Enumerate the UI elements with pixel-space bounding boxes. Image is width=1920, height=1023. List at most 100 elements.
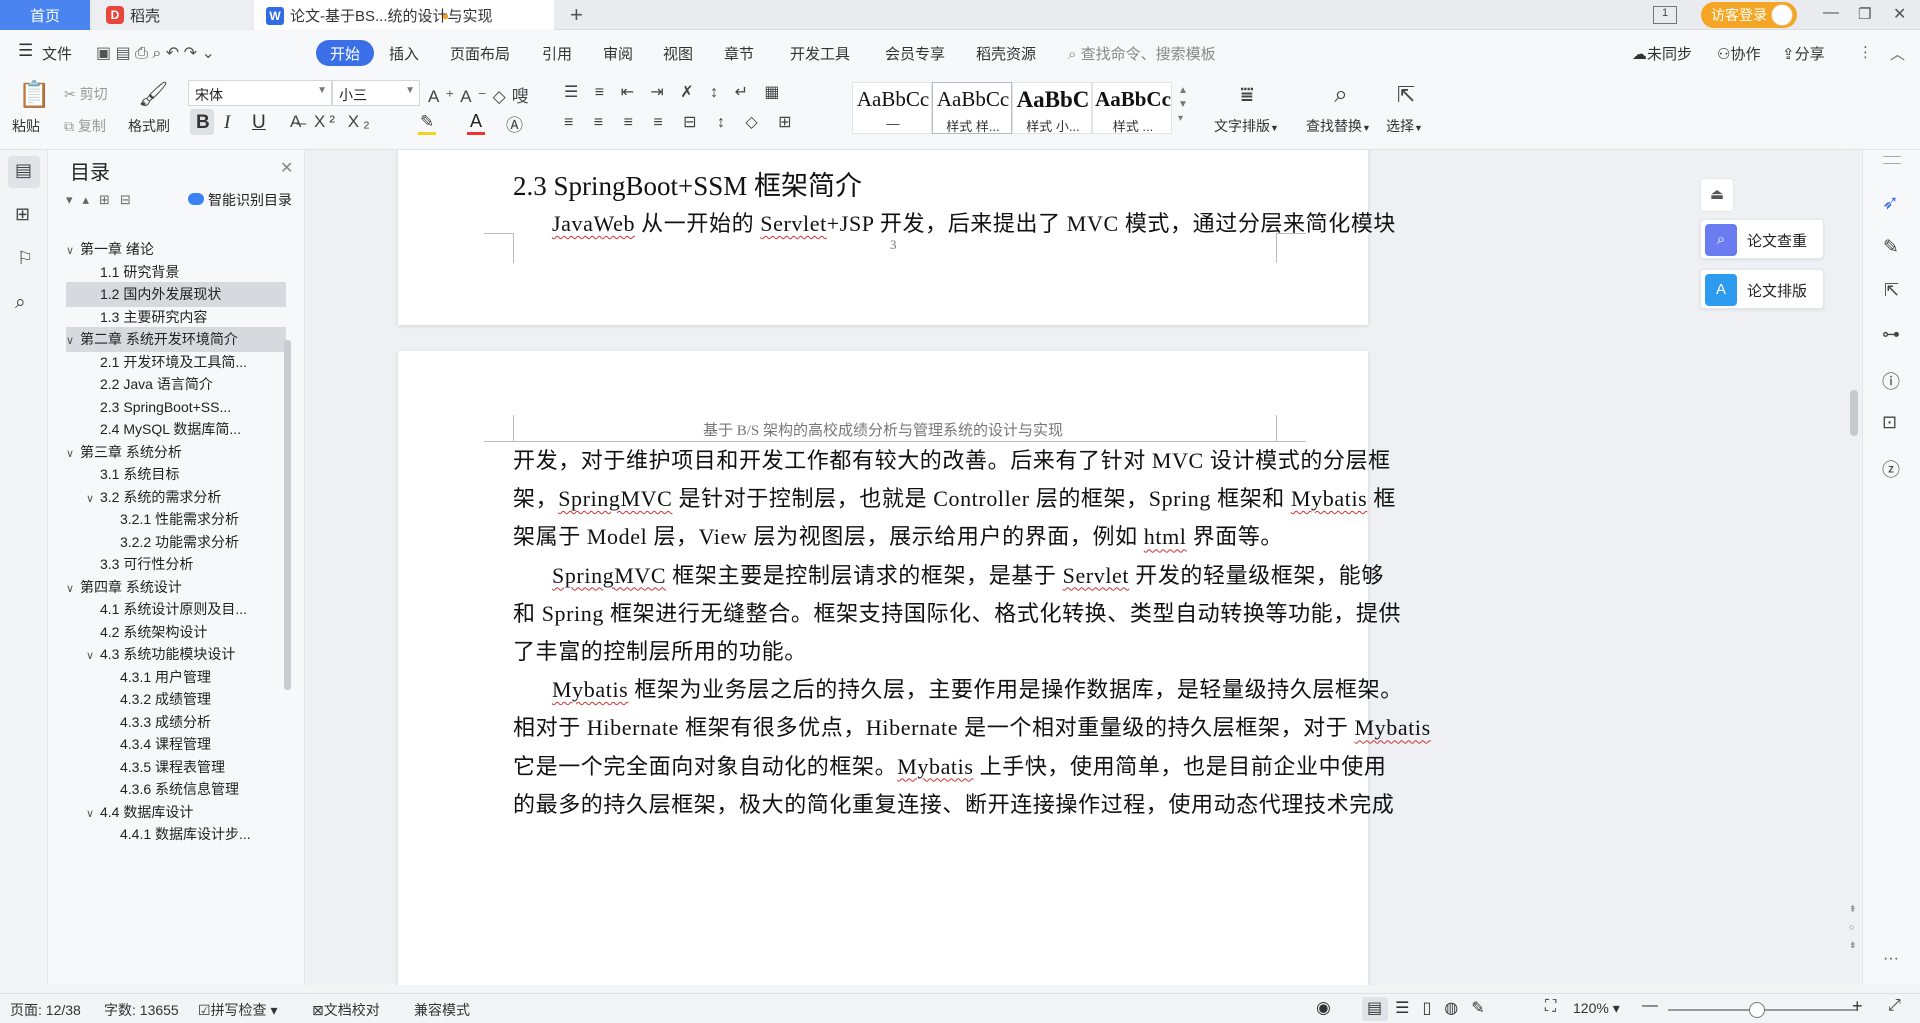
cursor-icon[interactable]: ⇱: [1394, 82, 1418, 108]
toc-item[interactable]: 4.3.1 用户管理: [66, 665, 286, 690]
style-3[interactable]: AaBbCc 样式 ...: [1092, 82, 1172, 134]
tab-developer[interactable]: 开发工具: [790, 43, 850, 64]
cut-button[interactable]: ✂ 剪切: [64, 84, 108, 104]
page-nav-icons[interactable]: ⇞ ○ ⇟: [1849, 900, 1857, 954]
tab-references[interactable]: 引用: [542, 43, 572, 64]
spell-flagged-word[interactable]: Mybatis: [1291, 486, 1367, 511]
spell-flagged-word[interactable]: Mybatis: [897, 754, 973, 779]
paste-button[interactable]: 粘贴: [12, 116, 40, 136]
zoom-in-icon[interactable]: +: [1852, 996, 1863, 1017]
monitor-icon[interactable]: ▭: [419, 9, 430, 23]
format-painter-button[interactable]: 格式刷: [128, 116, 170, 136]
toc-item[interactable]: ∨ 4.3 系统功能模块设计: [66, 642, 286, 667]
fit-page-icon[interactable]: ⛶: [1545, 998, 1556, 1016]
toc-item[interactable]: ∨ 第四章 系统设计: [66, 575, 286, 600]
font-color-icon[interactable]: A: [470, 111, 482, 132]
tab-start[interactable]: 开始: [316, 40, 374, 66]
toc-item[interactable]: 3.1 系统目标: [66, 462, 286, 487]
toc-item[interactable]: 3.2.2 功能需求分析: [66, 530, 286, 555]
bookmark-icon[interactable]: ⚐: [17, 248, 33, 269]
italic-icon[interactable]: I: [224, 112, 230, 134]
tab-member[interactable]: 会员专享: [885, 43, 945, 64]
pen-icon[interactable]: ✎: [1883, 236, 1899, 259]
quick-access-icons[interactable]: ▣ ▤ ⎙ ⌕ ↶ ↷ ⌄: [96, 43, 215, 63]
more-dots-icon[interactable]: ···: [1883, 950, 1899, 968]
toc-scrollbar[interactable]: [284, 340, 291, 690]
file-menu[interactable]: 文件: [42, 43, 72, 64]
spell-flagged-word[interactable]: Mybatis: [552, 677, 628, 702]
toc-item[interactable]: 4.3.4 课程管理: [66, 732, 286, 757]
list-indent-icons[interactable]: ☰ ≡ ⇤ ⇥ ✗ ↕ ↵ ▦: [564, 82, 786, 102]
style-scroll-icon[interactable]: ▲ ▼ ▾: [1178, 84, 1188, 126]
tab-daoke[interactable]: D 稻壳: [92, 0, 252, 30]
zoom-out-icon[interactable]: —: [1642, 997, 1658, 1015]
toc-item[interactable]: 4.2 系统架构设计: [66, 620, 286, 645]
eye-protect-icon[interactable]: ◉: [1316, 998, 1331, 1018]
toc-item[interactable]: ∨ 第二章 系统开发环境简介: [66, 327, 286, 352]
rocket-icon[interactable]: ➶: [1882, 190, 1899, 215]
find-replace-button[interactable]: 查找替换▼: [1306, 116, 1371, 136]
find-icon[interactable]: ⌕: [1326, 82, 1356, 108]
lightning-icon[interactable]: ⓩ: [1882, 456, 1900, 482]
tab-daoke-resources[interactable]: 稻壳资源: [976, 43, 1036, 64]
tab-home[interactable]: 首页: [0, 0, 90, 30]
toc-item[interactable]: 2.4 MySQL 数据库简...: [66, 417, 286, 442]
tab-page-layout[interactable]: 页面布局: [450, 43, 510, 64]
copy-button[interactable]: ⧉ 复制: [64, 116, 106, 136]
image-edit-icon[interactable]: ⊡: [1882, 412, 1897, 433]
scrollbar-thumb[interactable]: [1850, 390, 1858, 436]
spell-flagged-word[interactable]: html: [1144, 524, 1187, 549]
restore-icon[interactable]: ❐: [1858, 5, 1871, 23]
spell-flagged-word[interactable]: SpringMVC: [552, 563, 666, 588]
vertical-scrollbar[interactable]: ⇞ ○ ⇟: [1847, 150, 1861, 985]
zoom-level[interactable]: 120% ▾: [1573, 1000, 1620, 1017]
zoom-slider-thumb[interactable]: [1749, 1002, 1765, 1018]
text-layout-icon[interactable]: ⩸: [1232, 82, 1262, 108]
paste-icon[interactable]: 📋: [18, 80, 50, 108]
fullscreen-icon[interactable]: ⤢: [1888, 997, 1901, 1015]
toc-item[interactable]: 2.3 SpringBoot+SS...: [66, 395, 286, 420]
font-size-select[interactable]: 小三 ▼: [332, 80, 420, 106]
more-icon[interactable]: ⋮: [1858, 43, 1873, 61]
spell-check-button[interactable]: ☑拼写检查 ▾: [198, 1000, 277, 1020]
text-layout-button[interactable]: 文字排版▼: [1214, 116, 1279, 136]
tab-review[interactable]: 审阅: [603, 43, 633, 64]
toc-item[interactable]: 4.1 系统设计原则及目...: [66, 597, 286, 622]
close-icon[interactable]: ✕: [280, 158, 293, 178]
toc-item[interactable]: 3.2.1 性能需求分析: [66, 507, 286, 532]
spell-flagged-word[interactable]: JavaWeb: [552, 211, 635, 236]
toc-item[interactable]: 4.3.6 系统信息管理: [66, 777, 286, 802]
toc-item[interactable]: 1.1 研究背景: [66, 260, 286, 285]
toc-item[interactable]: ∨ 3.2 系统的需求分析: [66, 485, 286, 510]
collab-button[interactable]: ⚇协作: [1717, 43, 1760, 64]
format-painter-icon[interactable]: 🖌: [138, 82, 168, 108]
sync-button[interactable]: ☁未同步: [1632, 43, 1692, 64]
spell-flagged-word[interactable]: Servlet: [760, 211, 827, 236]
toc-panel-icon[interactable]: ▤: [15, 160, 32, 181]
toc-item[interactable]: 2.1 开发环境及工具简...: [66, 350, 286, 375]
underline-icon[interactable]: U: [252, 112, 266, 134]
style-1[interactable]: AaBbCc 样式 样...: [932, 82, 1012, 134]
page-indicator[interactable]: 页面: 12/38: [10, 1000, 81, 1020]
font-family-select[interactable]: 宋体 ▼: [188, 80, 332, 106]
pointer-icon[interactable]: ⇱: [1884, 280, 1899, 301]
alignment-icons[interactable]: ≡ ≡ ≡ ≡ ⊟ ↕ ◇ ⊞: [564, 112, 800, 132]
sliders-icon[interactable]: ⊶: [1882, 324, 1900, 345]
style-normal[interactable]: AaBbCc —: [852, 82, 932, 134]
collapse-ribbon-icon[interactable]: ︿: [1890, 43, 1905, 64]
view-mode-icons[interactable]: ▤☰▯◍✎: [1367, 998, 1498, 1018]
window-count-icon[interactable]: 1: [1653, 6, 1677, 24]
highlight-icon[interactable]: ✎: [420, 112, 434, 132]
toc-item[interactable]: 4.4.1 数据库设计步...: [66, 822, 286, 847]
navigation-icon[interactable]: ⊞: [15, 204, 30, 225]
tab-view[interactable]: 视图: [663, 43, 693, 64]
tab-chapter[interactable]: 章节: [724, 43, 754, 64]
word-count[interactable]: 字数: 13655: [104, 1000, 179, 1020]
doc-proof-button[interactable]: ⊠文档校对: [312, 1000, 380, 1020]
toc-item[interactable]: ∨ 第一章 绪论: [66, 237, 286, 262]
tab-insert[interactable]: 插入: [389, 43, 419, 64]
paper-check-button[interactable]: ⌕ 论文查重: [1700, 219, 1824, 259]
toc-tool-icons[interactable]: ▾▴⊞⊟: [66, 192, 141, 208]
font-size-tools[interactable]: A⁺A⁻◇嗖: [428, 82, 535, 107]
help-icon[interactable]: ⓘ: [1882, 368, 1900, 394]
